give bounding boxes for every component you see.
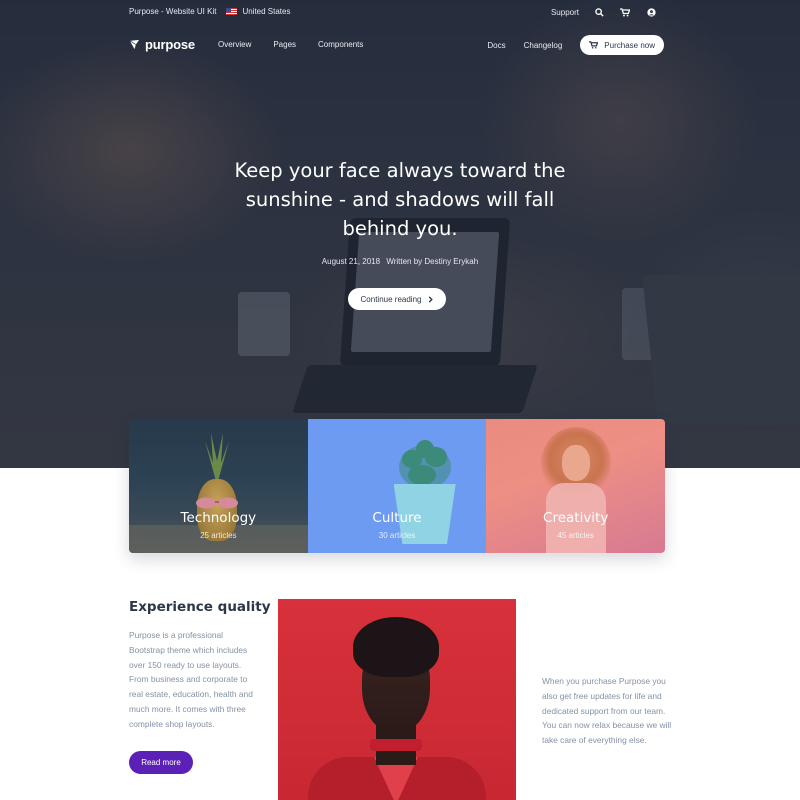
country-label: United States — [242, 7, 291, 16]
support-link[interactable]: Support — [551, 8, 579, 17]
category-card-creativity[interactable]: Creativity 45 articles — [486, 419, 665, 553]
nav-links: Overview Pages Components — [218, 40, 363, 49]
woman-face-image — [562, 445, 591, 481]
category-card-technology[interactable]: Technology 25 articles — [129, 419, 308, 553]
us-flag-icon — [226, 8, 238, 15]
nav-docs[interactable]: Docs — [487, 41, 505, 50]
portrait-hair — [353, 617, 439, 677]
hero-title: Keep your face always toward the sunshin… — [234, 159, 566, 240]
cart-icon[interactable] — [619, 6, 631, 18]
nav-pages[interactable]: Pages — [273, 40, 296, 49]
search-icon[interactable] — [593, 6, 605, 18]
category-label: Technology — [180, 510, 257, 526]
category-count: 45 articles — [557, 531, 594, 540]
logo[interactable]: purpose — [129, 37, 195, 52]
portrait-choker — [370, 739, 422, 751]
experience-title: Experience quality — [129, 599, 271, 615]
category-count: 25 articles — [200, 531, 237, 540]
sunglasses-image — [196, 497, 238, 509]
category-label: Culture — [372, 510, 422, 526]
main-navbar: purpose Overview Pages Components Docs C… — [0, 30, 800, 60]
read-more-button[interactable]: Read more — [129, 751, 193, 774]
nav-overview[interactable]: Overview — [218, 40, 251, 49]
continue-reading-button[interactable]: Continue reading — [348, 288, 446, 310]
top-bar: Purpose - Website UI Kit United States S… — [0, 0, 800, 26]
pineapple-leaves-image — [205, 433, 229, 485]
purchase-now-label: Purchase now — [604, 40, 655, 50]
category-label: Creativity — [543, 510, 609, 526]
cart-icon — [589, 41, 599, 49]
category-count: 30 articles — [378, 531, 416, 540]
logo-text: purpose — [145, 37, 195, 52]
portrait-image — [278, 599, 516, 800]
chevron-right-icon — [429, 295, 434, 303]
nav-right: Docs Changelog Purchase now — [487, 35, 664, 55]
post-author[interactable]: Written by Destiny Erykah — [386, 257, 478, 266]
nav-components[interactable]: Components — [318, 40, 363, 49]
category-card-culture[interactable]: Culture 30 articles — [307, 419, 487, 553]
logo-icon — [129, 39, 140, 50]
category-cards: Technology 25 articles Culture 30 articl… — [129, 419, 665, 553]
experience-body: Purpose is a professional Bootstrap them… — [129, 630, 253, 729]
continue-reading-label: Continue reading — [360, 294, 422, 304]
nav-changelog[interactable]: Changelog — [524, 41, 563, 50]
brand-kit-link[interactable]: Purpose - Website UI Kit — [129, 7, 216, 16]
support-description: When you purchase Purpose you also get f… — [542, 676, 672, 746]
user-icon[interactable] — [645, 6, 657, 18]
purchase-now-button[interactable]: Purchase now — [580, 35, 664, 55]
post-date: August 21, 2018 — [321, 257, 381, 266]
hero-meta: August 21, 2018 Written by Destiny Eryka… — [220, 257, 580, 266]
country-selector[interactable]: United States — [226, 7, 290, 16]
